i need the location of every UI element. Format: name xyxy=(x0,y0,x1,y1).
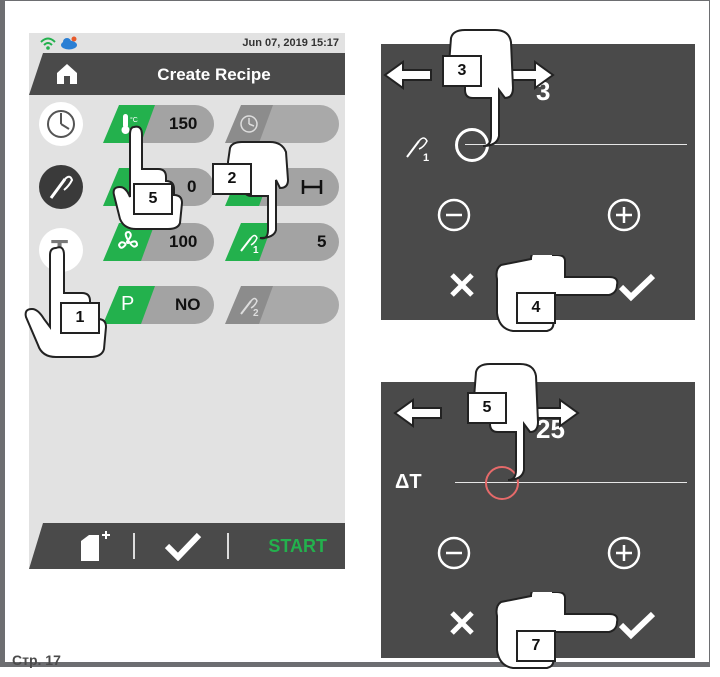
step-badge-3: 3 xyxy=(442,55,482,87)
new-page-icon[interactable] xyxy=(77,531,111,563)
step-badge-2: 2 xyxy=(212,163,252,195)
probe-1-value: 5 xyxy=(317,232,327,251)
arrow-left-icon xyxy=(393,398,442,428)
confirm-check-icon[interactable] xyxy=(617,272,657,302)
cloud-icon xyxy=(61,36,77,50)
svg-text:°C: °C xyxy=(130,116,138,124)
bar-divider xyxy=(133,533,135,559)
page-title: Create Recipe xyxy=(157,65,271,84)
confirm-check-icon[interactable] xyxy=(163,531,203,561)
cancel-x-icon[interactable] xyxy=(449,610,475,636)
wifi-icon xyxy=(40,37,56,50)
status-datetime: Jun 07, 2019 15:17 xyxy=(242,37,339,49)
step-badge-5-lower: 5 xyxy=(467,392,507,424)
step-badge-5: 5 xyxy=(133,183,173,215)
probe-1-sub: 1 xyxy=(253,245,259,256)
timer-mode-button[interactable] xyxy=(39,102,83,146)
bar-divider xyxy=(227,533,229,559)
clock-small-icon xyxy=(237,112,261,136)
delta-t-label: ΔT xyxy=(395,471,422,493)
probe-mode-button[interactable] xyxy=(39,165,83,209)
probe-icon xyxy=(49,175,74,199)
cancel-x-icon[interactable] xyxy=(449,272,475,298)
plus-button[interactable] xyxy=(607,198,641,232)
fan-value: 100 xyxy=(169,232,198,251)
clock-icon xyxy=(47,110,75,138)
hand-pointer-icon xyxy=(447,29,515,147)
probe-2-sub: 2 xyxy=(253,308,259,319)
minus-button[interactable] xyxy=(437,536,471,570)
p-label: P xyxy=(121,293,135,315)
hand-pointer-icon xyxy=(495,255,619,332)
probe-2-icon xyxy=(237,292,263,318)
confirm-check-icon[interactable] xyxy=(617,610,657,640)
start-button[interactable]: START xyxy=(268,536,327,557)
title-bar: Create Recipe xyxy=(29,53,345,95)
minus-button[interactable] xyxy=(437,198,471,232)
preheat-value: NO xyxy=(175,295,201,314)
duration-icon xyxy=(301,180,323,194)
plus-button[interactable] xyxy=(607,536,641,570)
bottom-action-bar: START xyxy=(29,523,345,569)
probe-sub: 1 xyxy=(423,152,430,164)
step-badge-1: 1 xyxy=(60,302,100,334)
step-badge-7: 7 xyxy=(516,630,556,662)
home-icon[interactable] xyxy=(55,62,79,86)
step-badge-4: 4 xyxy=(516,292,556,324)
page-number: Стр. 17 xyxy=(12,652,61,668)
hand-pointer-icon xyxy=(495,592,619,669)
status-bar: Jun 07, 2019 15:17 xyxy=(29,33,345,53)
